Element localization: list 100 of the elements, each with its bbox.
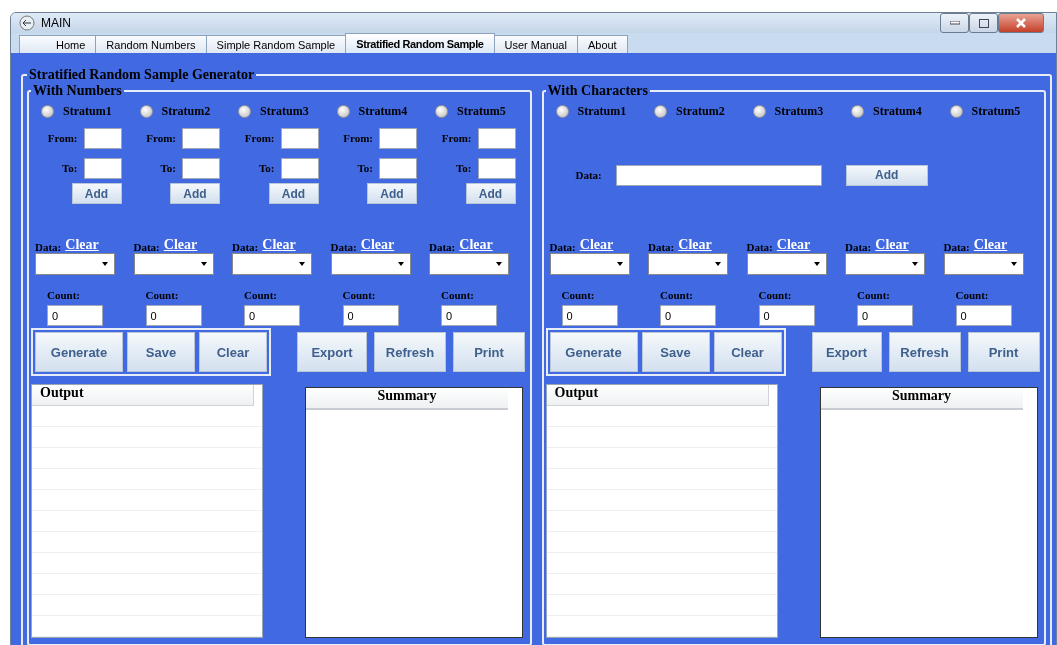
data-label: Data: xyxy=(35,241,62,253)
data-dropdown[interactable] xyxy=(35,253,115,275)
to-field[interactable] xyxy=(477,157,516,179)
from-field[interactable] xyxy=(182,127,220,149)
data-dropdown[interactable] xyxy=(845,253,925,275)
action-button[interactable]: Export xyxy=(297,332,367,372)
to-field[interactable] xyxy=(379,157,417,179)
add-button[interactable]: Add xyxy=(465,183,516,204)
count-field[interactable]: 0 xyxy=(244,305,300,326)
to-field[interactable] xyxy=(280,157,319,179)
data-label: Data: xyxy=(943,241,970,253)
minimize-button[interactable] xyxy=(940,13,969,33)
count-field[interactable]: 0 xyxy=(758,305,815,326)
clear-link[interactable]: Clear xyxy=(360,237,395,253)
tab[interactable]: User Manual xyxy=(493,35,578,53)
to-label: To: xyxy=(160,162,176,174)
caret-icon xyxy=(1010,262,1017,266)
count-label: Count: xyxy=(47,289,80,301)
stratum-radio[interactable]: Stratum1 xyxy=(35,99,130,123)
action-button[interactable]: Clear xyxy=(713,332,782,372)
clear-link[interactable]: Clear xyxy=(262,237,296,253)
stratum-radio[interactable]: Stratum1 xyxy=(549,99,644,123)
data-label: Data: xyxy=(133,241,160,253)
from-field[interactable] xyxy=(379,127,417,149)
close-button[interactable] xyxy=(998,13,1044,33)
add-button[interactable]: Add xyxy=(170,183,220,204)
action-button[interactable]: Generate xyxy=(35,332,123,372)
count-label: Count: xyxy=(441,289,474,301)
action-button[interactable]: Refresh xyxy=(374,332,446,372)
data-dropdown[interactable] xyxy=(648,253,728,275)
caret-icon xyxy=(397,262,404,266)
count-field[interactable]: 0 xyxy=(441,305,497,326)
action-button[interactable]: Save xyxy=(641,332,710,372)
maximize-icon xyxy=(978,18,989,28)
stratum-radio[interactable]: Stratum4 xyxy=(845,99,940,123)
tab[interactable]: Home xyxy=(19,35,97,53)
from-label: From: xyxy=(244,132,275,144)
stratum-radio[interactable]: Stratum3 xyxy=(232,99,327,123)
clear-link[interactable]: Clear xyxy=(875,237,909,253)
to-field[interactable] xyxy=(182,157,220,179)
clear-link[interactable]: Clear xyxy=(459,237,493,253)
count-field[interactable]: 0 xyxy=(47,305,103,326)
clear-link[interactable]: Clear xyxy=(776,237,811,253)
count-field[interactable]: 0 xyxy=(660,305,716,326)
caret-icon xyxy=(813,262,820,266)
stratum-radio[interactable]: Stratum2 xyxy=(648,99,743,123)
data-field[interactable] xyxy=(615,164,822,186)
caret-icon xyxy=(496,262,502,266)
data-dropdown[interactable] xyxy=(232,253,312,275)
maximize-button[interactable] xyxy=(969,13,998,33)
tab[interactable]: Simple Random Sample xyxy=(205,35,347,53)
data-dropdown[interactable] xyxy=(549,253,630,275)
add-button[interactable]: Add xyxy=(845,164,928,186)
from-field[interactable] xyxy=(477,127,516,149)
action-button[interactable]: Clear xyxy=(199,332,267,372)
from-label: From: xyxy=(343,132,373,144)
count-field[interactable]: 0 xyxy=(145,305,202,326)
add-button[interactable]: Add xyxy=(268,183,319,204)
action-button[interactable]: Print xyxy=(453,332,525,372)
app-icon xyxy=(19,15,35,31)
action-button[interactable]: Print xyxy=(967,332,1040,372)
data-dropdown[interactable] xyxy=(943,253,1024,275)
clear-link[interactable]: Clear xyxy=(163,237,198,253)
count-label: Count: xyxy=(758,289,792,301)
add-button[interactable]: Add xyxy=(71,183,122,204)
caret-icon xyxy=(616,262,623,266)
data-dropdown[interactable] xyxy=(330,253,411,275)
stratum-radio[interactable]: Stratum3 xyxy=(746,99,841,123)
stratum-radio[interactable]: Stratum4 xyxy=(330,99,425,123)
count-field[interactable]: 0 xyxy=(857,305,913,326)
count-label: Count: xyxy=(660,289,693,301)
to-label: To: xyxy=(259,162,275,174)
from-field[interactable] xyxy=(83,127,122,149)
count-label: Count: xyxy=(342,289,376,301)
clear-link[interactable]: Clear xyxy=(678,237,712,253)
stratum-radio[interactable]: Stratum2 xyxy=(133,99,228,123)
data-dropdown[interactable] xyxy=(746,253,827,275)
clear-link[interactable]: Clear xyxy=(579,237,614,253)
add-button[interactable]: Add xyxy=(367,183,417,204)
clear-link[interactable]: Clear xyxy=(65,237,99,253)
stratum-radio[interactable]: Stratum5 xyxy=(429,99,524,123)
clear-link[interactable]: Clear xyxy=(973,237,1008,253)
tab[interactable]: Stratified Random Sample xyxy=(345,33,495,53)
tab[interactable]: Random Numbers xyxy=(95,35,207,53)
count-field[interactable]: 0 xyxy=(955,305,1012,326)
tab[interactable]: About xyxy=(576,35,628,53)
data-dropdown[interactable] xyxy=(429,253,509,275)
action-button[interactable]: Save xyxy=(127,332,195,372)
action-button[interactable]: Export xyxy=(811,332,882,372)
data-label: Data: xyxy=(549,241,576,253)
caret-icon xyxy=(299,262,305,266)
count-field[interactable]: 0 xyxy=(561,305,618,326)
data-dropdown[interactable] xyxy=(133,253,214,275)
panel-title: With Numbers xyxy=(32,83,123,99)
from-field[interactable] xyxy=(280,127,319,149)
stratum-radio[interactable]: Stratum5 xyxy=(943,99,1038,123)
count-field[interactable]: 0 xyxy=(342,305,399,326)
action-button[interactable]: Generate xyxy=(549,332,638,372)
action-button[interactable]: Refresh xyxy=(888,332,961,372)
to-field[interactable] xyxy=(83,157,122,179)
